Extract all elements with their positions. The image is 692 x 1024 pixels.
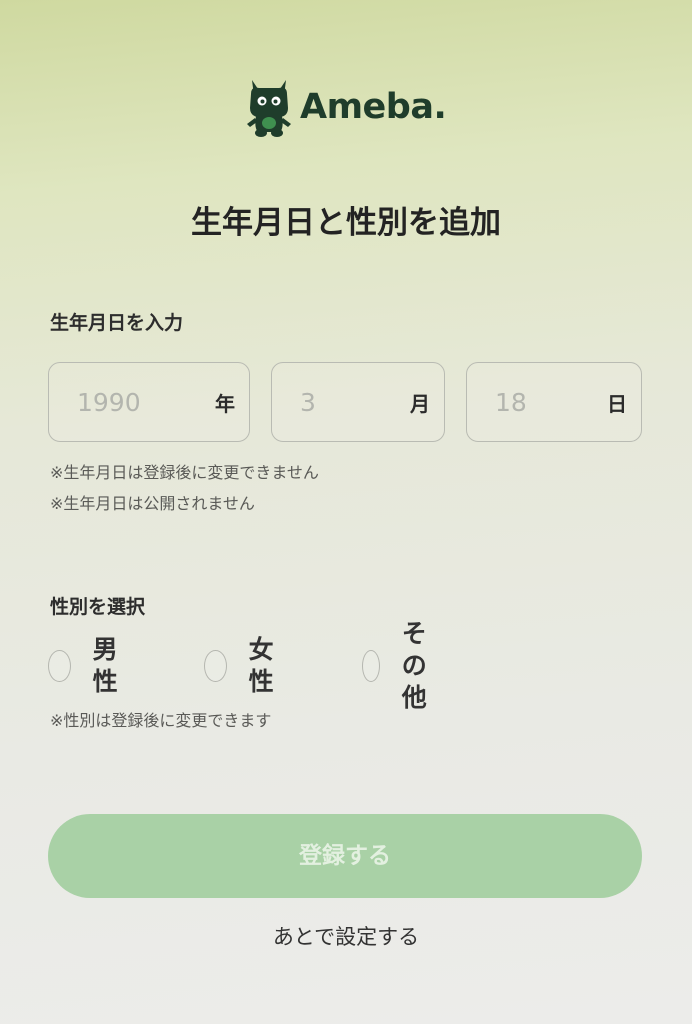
ameba-wordmark: Ameba. xyxy=(300,86,447,127)
gender-option-male[interactable]: 男性 xyxy=(48,635,127,696)
month-input[interactable] xyxy=(272,363,393,441)
ameba-logo: Ameba. xyxy=(244,74,447,140)
register-button[interactable]: 登録する xyxy=(48,814,642,898)
birthdate-label: 生年月日を入力 xyxy=(50,312,184,334)
radio-other[interactable] xyxy=(362,650,380,682)
birthdate-note-unchangeable: ※生年月日は登録後に変更できません xyxy=(50,463,319,482)
gender-note: ※性別は登録後に変更できます xyxy=(50,711,272,730)
month-unit: 月 xyxy=(410,392,430,416)
gender-label-other: その他 xyxy=(401,619,427,712)
set-later-link[interactable]: あとで設定する xyxy=(0,922,692,952)
gender-option-female[interactable]: 女性 xyxy=(204,635,283,696)
month-field[interactable]: 月 xyxy=(271,362,445,442)
day-unit: 日 xyxy=(607,392,627,416)
gender-label-male: 男性 xyxy=(92,635,118,696)
year-field[interactable]: 年 xyxy=(48,362,250,442)
birthdate-note-private: ※生年月日は公開されません xyxy=(50,494,255,513)
gender-label-female: 女性 xyxy=(248,635,274,696)
radio-female[interactable] xyxy=(204,650,227,682)
page-title: 生年月日と性別を追加 xyxy=(191,205,501,241)
year-unit: 年 xyxy=(215,392,235,416)
gender-option-other[interactable]: その他 xyxy=(362,619,441,712)
radio-male[interactable] xyxy=(48,650,71,682)
ameba-mascot-icon xyxy=(247,80,291,137)
day-input[interactable] xyxy=(467,363,589,441)
year-input[interactable] xyxy=(49,363,189,441)
gender-label: 性別を選択 xyxy=(50,596,146,618)
day-field[interactable]: 日 xyxy=(466,362,642,442)
